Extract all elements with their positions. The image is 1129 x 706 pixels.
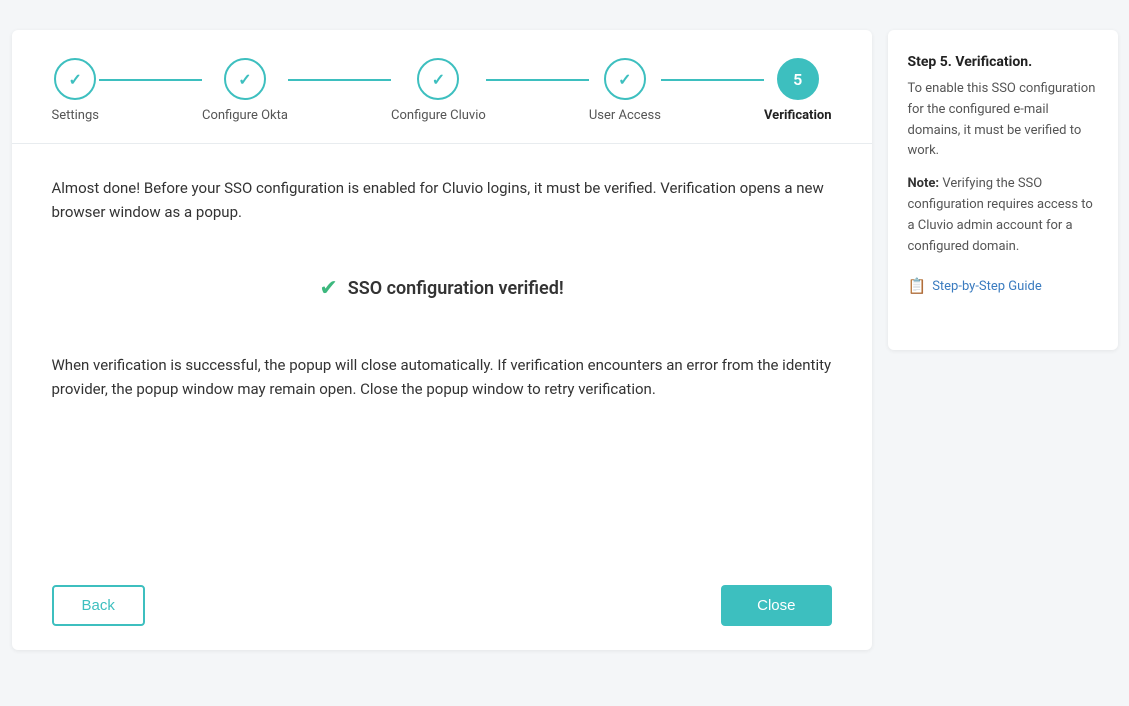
step-circle-verification: 5 — [777, 58, 819, 100]
check-verified-icon: ✔ — [319, 276, 337, 301]
checkmark-icon: ✓ — [69, 70, 82, 89]
verified-banner: ✔ SSO configuration verified! — [52, 256, 832, 321]
step-connector-4 — [661, 79, 764, 81]
step-label-user-access: User Access — [589, 108, 661, 123]
sidebar-note: Note: Verifying the SSO configuration re… — [908, 174, 1098, 257]
checkmark-icon: ✓ — [238, 70, 251, 89]
footer-buttons: Back Close — [12, 565, 872, 650]
sidebar-step-bold: Step 5. Verification. — [908, 54, 1033, 70]
step-number-verification: 5 — [793, 70, 802, 89]
checkmark-icon: ✓ — [432, 70, 445, 89]
checkmark-icon: ✓ — [618, 70, 631, 89]
intro-text: Almost done! Before your SSO configurati… — [52, 176, 832, 224]
step-connector-1 — [99, 79, 202, 81]
step-connector-3 — [486, 79, 589, 81]
step-circle-okta: ✓ — [224, 58, 266, 100]
step-verification: 5 Verification — [764, 58, 832, 123]
back-button[interactable]: Back — [52, 585, 145, 626]
popup-note: When verification is successful, the pop… — [52, 353, 832, 401]
content-area: Almost done! Before your SSO configurati… — [12, 144, 872, 565]
step-circle-user-access: ✓ — [604, 58, 646, 100]
verified-message: SSO configuration verified! — [348, 278, 564, 299]
guide-label: Step-by-Step Guide — [932, 279, 1042, 294]
note-label: Note: — [908, 176, 940, 191]
stepper: ✓ Settings ✓ Configure Okta ✓ Configure … — [12, 30, 872, 144]
book-icon: 📋 — [908, 277, 927, 295]
sidebar-description-inline: To enable this SSO configuration for the… — [908, 79, 1098, 162]
sidebar-step-title: Step 5. Verification. To enable this SSO… — [908, 52, 1098, 162]
step-configure-okta: ✓ Configure Okta — [202, 58, 288, 123]
main-panel: ✓ Settings ✓ Configure Okta ✓ Configure … — [12, 30, 872, 650]
step-circle-cluvio: ✓ — [417, 58, 459, 100]
step-settings: ✓ Settings — [51, 58, 98, 123]
step-connector-2 — [288, 79, 391, 81]
close-button[interactable]: Close — [721, 585, 831, 626]
step-by-step-guide-link[interactable]: 📋 Step-by-Step Guide — [908, 277, 1098, 295]
step-circle-settings: ✓ — [54, 58, 96, 100]
step-label-verification: Verification — [764, 108, 832, 123]
step-label-cluvio: Configure Cluvio — [391, 108, 486, 123]
sidebar-panel: Step 5. Verification. To enable this SSO… — [888, 30, 1118, 350]
step-configure-cluvio: ✓ Configure Cluvio — [391, 58, 486, 123]
step-user-access: ✓ User Access — [589, 58, 661, 123]
step-label-settings: Settings — [51, 108, 98, 123]
step-label-okta: Configure Okta — [202, 108, 288, 123]
